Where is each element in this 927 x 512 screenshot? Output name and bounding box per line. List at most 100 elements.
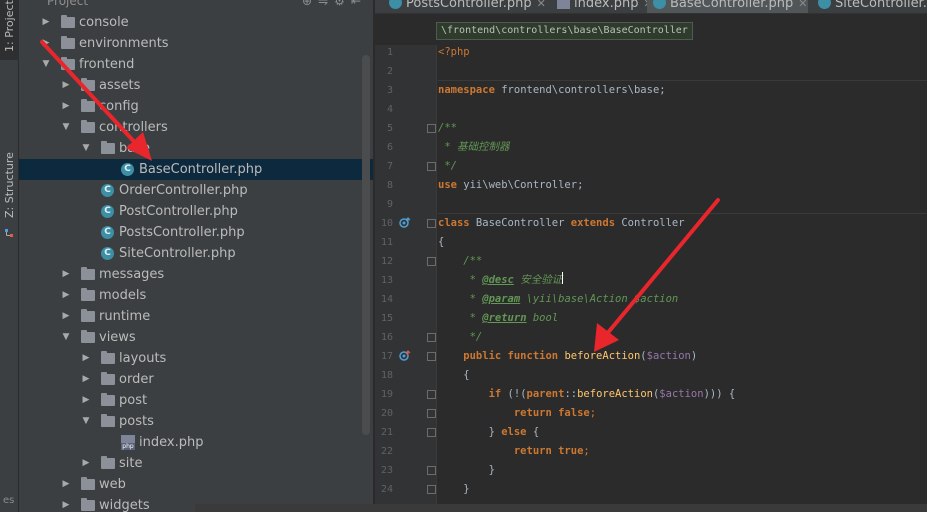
collapsed-arrow-icon[interactable]: ▶ [60,474,72,495]
tree-item[interactable]: ▶ assets [19,75,373,96]
override-marker-icon[interactable] [399,350,411,362]
code-line[interactable]: * 基础控制器 [438,138,509,157]
tool-tab-project[interactable]: 1: Project [0,0,19,60]
fold-marker-icon[interactable] [427,162,436,171]
code-line[interactable]: return true; [438,442,590,461]
override-marker-icon[interactable] [399,217,411,229]
code-line[interactable]: } else { [438,423,540,442]
close-icon[interactable]: ✕ [537,0,546,10]
code-line[interactable]: /** [438,252,482,271]
editor-tab[interactable]: SiteController.php [812,0,927,13]
editor-tab-label: SiteController.php [835,0,927,11]
expanded-arrow-icon[interactable]: ▼ [80,411,92,432]
collapsed-arrow-icon[interactable]: ▶ [80,348,92,369]
tree-item-label: order [119,372,154,387]
tree-item[interactable]: ▼ views [19,327,373,348]
close-icon[interactable]: ✕ [798,0,807,10]
fold-marker-icon[interactable] [427,485,436,494]
code-editor[interactable]: 1 2 3 4 5 6 7 8 9 10 11 12 13 14 15 16 17 18 19 20 21 22 23 24 … [375,45,927,512]
line-number: 20 [380,408,393,419]
collapsed-arrow-icon[interactable]: ▶ [60,75,72,96]
editor-tab[interactable]: index.php✕ [551,0,653,13]
fold-marker-icon[interactable] [427,333,436,342]
code-line[interactable]: /** [438,119,457,138]
gear-icon[interactable]: ⚙ [334,0,351,8]
collapsed-arrow-icon[interactable]: ▶ [80,453,92,474]
code-line[interactable]: */ [438,328,483,347]
collapsed-arrow-icon[interactable]: ▶ [40,33,52,54]
tree-item[interactable]: ▶ console [19,12,373,33]
tree-item[interactable]: index.php [19,432,373,453]
tree-item[interactable]: C OrderController.php [19,180,373,201]
expanded-arrow-icon[interactable]: ▼ [60,117,72,138]
collapse-all-icon[interactable]: ⇋ [318,0,334,8]
tree-item[interactable]: ▼ posts [19,411,373,432]
expanded-arrow-icon[interactable]: ▼ [60,327,72,348]
fold-marker-icon[interactable] [427,409,436,418]
collapsed-arrow-icon[interactable]: ▶ [80,369,92,390]
tree-item[interactable]: C PostsController.php [19,222,373,243]
breadcrumb[interactable]: \frontend\controllers\base\BaseControlle… [436,22,693,40]
code-line[interactable]: */ [438,157,457,176]
fold-marker-icon[interactable] [427,390,436,399]
locate-icon[interactable]: ⊕ [302,0,318,8]
code-token: beforeAction [577,388,653,400]
collapsed-arrow-icon[interactable]: ▶ [60,495,72,512]
code-line[interactable]: use yii\web\Controller; [438,176,583,195]
collapsed-arrow-icon[interactable]: ▶ [60,306,72,327]
code-line[interactable]: <?php [438,43,470,62]
tree-item[interactable]: ▼ frontend [19,54,373,75]
line-number: 9 [386,199,393,210]
tree-item[interactable]: ▶ post [19,390,373,411]
fold-marker-icon[interactable] [427,466,436,475]
tree-item[interactable]: ▶ messages [19,264,373,285]
tree-item[interactable]: ▶ order [19,369,373,390]
php-class-icon: C [101,226,114,239]
tree-item[interactable]: ▶ models [19,285,373,306]
horizontal-scrollbar[interactable] [195,504,927,512]
php-file-icon [557,0,570,9]
project-scrollbar[interactable] [362,55,370,435]
editor-tab[interactable]: BaseController.php ✕ [647,0,808,13]
code-line[interactable]: if (!(parent::beforeAction($action))) { [438,385,736,404]
tree-item[interactable]: C PostController.php [19,201,373,222]
code-line[interactable]: public function beforeAction($action) [438,347,697,366]
editor-tab[interactable]: PostsController.php ✕ [383,0,546,13]
fold-marker-icon[interactable] [427,219,436,228]
tree-item[interactable]: ▶ config [19,96,373,117]
code-line[interactable]: * @param \yii\base\Action $action [438,290,679,309]
collapsed-arrow-icon[interactable]: ▶ [60,285,72,306]
line-number: 8 [386,180,393,191]
hide-panel-icon[interactable]: ⇤ [351,0,367,8]
tool-tab-structure[interactable]: Z: Structure [0,78,19,237]
code-line[interactable]: } [438,480,469,499]
tree-item[interactable]: C SiteController.php [19,243,373,264]
code-line[interactable]: { [438,233,444,252]
tree-item[interactable]: ▶ site [19,453,373,474]
tree-item[interactable]: ▼ controllers [19,117,373,138]
tree-item[interactable]: ▶ runtime [19,306,373,327]
fold-marker-icon[interactable] [427,352,436,361]
expanded-arrow-icon[interactable]: ▼ [40,54,52,75]
code-line[interactable]: namespace frontend\controllers\base; [438,81,666,100]
collapsed-arrow-icon[interactable]: ▶ [60,264,72,285]
tree-item[interactable]: ▼ base [19,138,373,159]
tree-item[interactable]: ▶ web [19,474,373,495]
collapsed-arrow-icon[interactable]: ▶ [40,12,52,33]
code-line[interactable]: } [438,461,495,480]
collapsed-arrow-icon[interactable]: ▶ [80,390,92,411]
fold-marker-icon[interactable] [427,428,436,437]
code-line[interactable]: * @return bool [438,309,559,328]
code-line[interactable]: { [438,366,469,385]
fold-marker-icon[interactable] [427,257,436,266]
tree-item[interactable]: ▶ environments [19,33,373,54]
text-cursor [562,272,564,284]
code-line[interactable]: class BaseController extends Controller [438,214,685,233]
code-line[interactable]: return false; [438,404,596,423]
tree-item[interactable]: C BaseController.php [19,159,373,180]
expanded-arrow-icon[interactable]: ▼ [80,138,92,159]
code-line[interactable]: * @desc 安全验证 [438,271,564,290]
tree-item[interactable]: ▶ layouts [19,348,373,369]
fold-marker-icon[interactable] [427,124,436,133]
collapsed-arrow-icon[interactable]: ▶ [60,96,72,117]
